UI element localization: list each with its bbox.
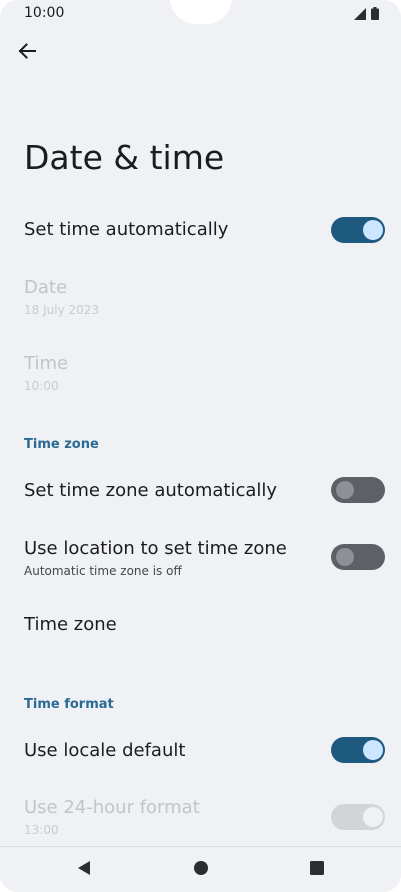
signal-icon (354, 7, 366, 20)
use-24-hour-format-switch (331, 804, 385, 830)
set-time-zone-automatically-row[interactable]: Set time zone automatically (0, 465, 401, 515)
camera-notch (170, 0, 232, 24)
circle-home-icon (193, 860, 209, 880)
status-time: 10:00 (24, 5, 65, 21)
use-location-switch[interactable] (331, 544, 385, 570)
set-time-automatically-label: Set time automatically (24, 219, 229, 240)
section-header-time-zone: Time zone (24, 437, 99, 452)
square-recents-icon (309, 860, 325, 880)
status-bar: 10:00 (0, 0, 401, 30)
nav-recents-button[interactable] (306, 859, 328, 881)
switch-thumb (336, 548, 354, 566)
switch-thumb (363, 220, 383, 240)
time-zone-label: Time zone (24, 614, 117, 635)
date-row: Date 18 July 2023 (0, 270, 401, 328)
set-time-automatically-switch[interactable] (331, 217, 385, 243)
nav-home-button[interactable] (190, 859, 212, 881)
use-location-label: Use location to set time zone (24, 538, 287, 559)
date-label: Date (24, 277, 68, 298)
switch-thumb (363, 740, 383, 760)
time-zone-row[interactable]: Time zone (0, 600, 401, 650)
date-time-settings-screen: 10:00 Date & time Set time automatically… (0, 0, 401, 892)
time-value: 10:00 (24, 379, 59, 393)
set-time-zone-automatically-switch[interactable] (331, 477, 385, 503)
back-button[interactable] (12, 38, 42, 68)
use-locale-default-switch[interactable] (331, 737, 385, 763)
use-location-row[interactable]: Use location to set time zone Automatic … (0, 530, 401, 586)
use-24-hour-format-value: 13:00 (24, 823, 59, 837)
nav-back-button[interactable] (73, 859, 95, 881)
set-time-automatically-row[interactable]: Set time automatically (0, 206, 401, 256)
switch-thumb (336, 481, 354, 499)
time-row: Time 10:00 (0, 346, 401, 404)
page-title: Date & time (24, 138, 225, 177)
use-24-hour-format-label: Use 24-hour format (24, 797, 200, 818)
section-header-time-format: Time format (24, 697, 114, 712)
use-locale-default-row[interactable]: Use locale default (0, 726, 401, 776)
use-location-summary: Automatic time zone is off (24, 564, 182, 578)
use-locale-default-label: Use locale default (24, 740, 186, 761)
status-icons (354, 7, 379, 20)
battery-icon (371, 7, 379, 20)
time-label: Time (24, 353, 69, 374)
triangle-back-icon (76, 860, 92, 880)
use-24-hour-format-row: Use 24-hour format 13:00 (0, 790, 401, 846)
set-time-zone-automatically-label: Set time zone automatically (24, 480, 278, 501)
date-value: 18 July 2023 (24, 303, 100, 317)
switch-thumb (363, 807, 383, 827)
arrow-left-icon (18, 42, 36, 64)
navigation-bar (0, 846, 401, 892)
